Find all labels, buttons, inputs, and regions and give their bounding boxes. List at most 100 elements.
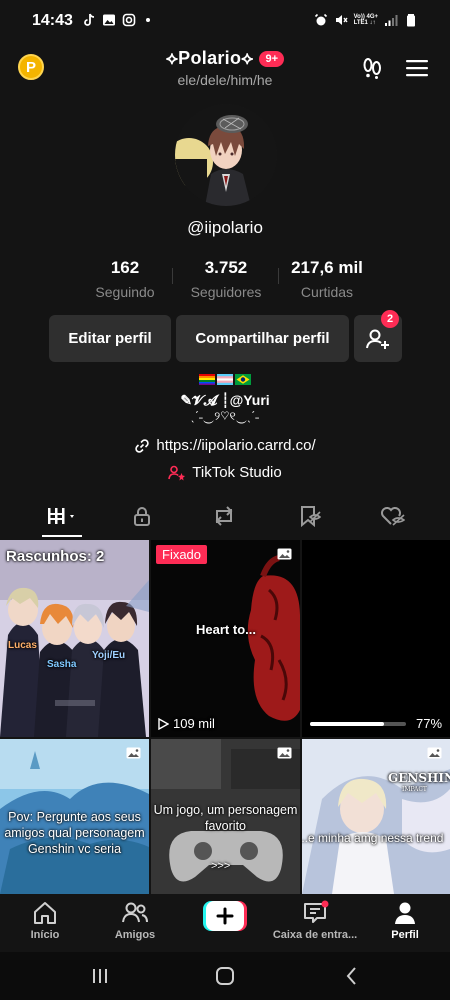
nav-inbox[interactable]: Caixa de entra... (270, 900, 360, 941)
network-type-bottom: LTE1 ↓↑ (353, 20, 376, 26)
nav-label: Amigos (114, 929, 156, 941)
stat-value: 3.752 (204, 258, 248, 277)
character-name-yoji: Yoji/Eu (92, 650, 126, 661)
bio-link-text: https://iipolario.carrd.co/ (156, 437, 316, 454)
genshin-impact-thumbnail (302, 739, 450, 894)
view-count-value: 109 mil (173, 716, 215, 731)
add-friends-badge: 2 (381, 310, 399, 328)
more-notifications-dot (146, 18, 150, 22)
system-navigation-bar (0, 952, 450, 1000)
profile-avatar[interactable] (175, 104, 277, 206)
stat-followers[interactable]: 3.752 Seguidores (171, 258, 281, 300)
video-tile[interactable]: GENSHIN IMPACT ...e minha amg nessa tren… (302, 739, 450, 894)
battery-icon (407, 14, 415, 27)
genshin-logo-sub: IMPACT (402, 786, 427, 793)
repost-icon (215, 506, 233, 526)
photo-post-icon (277, 548, 292, 560)
account-switch-badge: 9+ (259, 50, 285, 67)
status-system-icons: Vo)) 4G+ LTE1 ↓↑ (314, 13, 418, 27)
heart-hidden-icon (381, 507, 405, 526)
avatar-illustration (175, 104, 277, 206)
pinned-badge: Fixado (156, 545, 208, 564)
home-system-icon[interactable] (215, 966, 235, 986)
tab-private[interactable] (127, 504, 157, 528)
video-caption: Pov: Pergunte aos seus amigos qual perso… (4, 810, 145, 856)
home-icon (34, 902, 56, 924)
profile-icon (395, 902, 415, 924)
gallery-notification-icon (103, 14, 115, 26)
photo-post-icon (427, 747, 442, 759)
stat-likes[interactable]: 217,6 mil Curtidas (272, 258, 382, 300)
nav-profile[interactable]: Perfil (360, 900, 450, 941)
username: @iipolario (187, 218, 263, 237)
photo-post-icon (126, 747, 141, 759)
add-friends-button[interactable]: 2 (354, 310, 402, 362)
genshin-logo: GENSHIN (388, 771, 450, 785)
pinned-caption: Heart to... (196, 622, 256, 637)
status-notification-icons (82, 13, 150, 27)
video-tile[interactable]: Um jogo, um personagem favorito >>> (151, 739, 300, 894)
share-profile-button[interactable]: Compartilhar perfil (176, 315, 349, 362)
stat-label: Curtidas (300, 284, 354, 300)
signal-icon (385, 15, 398, 26)
pinned-video-tile[interactable]: Fixado Heart to... 109 mil (151, 540, 300, 737)
tab-liked[interactable] (377, 504, 407, 528)
alarm-icon (314, 13, 327, 26)
stat-label: Seguindo (95, 284, 155, 300)
tab-videos[interactable] (46, 504, 80, 528)
nav-home[interactable]: Início (0, 900, 90, 941)
display-name: ⟡Polario⟡ (165, 48, 254, 68)
back-icon[interactable] (342, 966, 362, 986)
rainbow-flag-icon (199, 374, 215, 385)
caption-arrows: >>> (211, 860, 231, 872)
video-grid-icon (48, 508, 74, 524)
inbox-icon (304, 900, 329, 923)
create-post-button[interactable] (203, 901, 247, 931)
character-name-lucas: Lucas (8, 640, 37, 651)
heart-thumbnail (151, 540, 300, 737)
profile-stats: 162 Seguindo 3.752 Seguidores 217,6 mil … (0, 258, 450, 304)
video-tile[interactable]: Pov: Pergunte aos seus amigos qual perso… (0, 739, 149, 894)
nav-friends[interactable]: Amigos (90, 900, 180, 941)
photo-post-icon (277, 747, 292, 759)
edit-profile-button[interactable]: Editar perfil (49, 315, 171, 362)
bio-link[interactable]: https://iipolario.carrd.co/ (0, 437, 450, 454)
stat-value: 162 (110, 258, 140, 277)
link-icon (135, 438, 150, 453)
stat-label: Seguidores (190, 284, 262, 300)
studio-label: TikTok Studio (192, 464, 282, 481)
bio-signature: ✎𝓥𝓐 ┊@Yuri (180, 392, 270, 408)
trans-flag-icon (217, 374, 233, 385)
tiktok-studio-link[interactable]: TikTok Studio (0, 464, 450, 481)
active-tab-indicator (42, 535, 82, 537)
tab-saved[interactable] (294, 504, 324, 528)
video-caption: ...e minha amg nessa trend (302, 831, 444, 845)
stat-following[interactable]: 162 Seguindo (70, 258, 180, 300)
nav-label: Caixa de entra... (272, 929, 358, 941)
brazil-flag-icon (235, 374, 251, 385)
stat-value: 217,6 mil (291, 258, 363, 277)
lock-icon (134, 507, 150, 526)
footprints-icon[interactable] (360, 56, 384, 80)
upload-progress-track (310, 722, 406, 726)
tab-reposts[interactable] (209, 504, 239, 528)
video-caption: Um jogo, um personagem favorito (153, 803, 298, 833)
mute-icon (335, 15, 348, 25)
drafts-tile[interactable]: Rascunhos: 2 Lucas Sasha Yoji/Eu (0, 540, 149, 737)
play-count-icon (158, 717, 169, 730)
video-grid: Rascunhos: 2 Lucas Sasha Yoji/Eu Fixado … (0, 540, 450, 894)
tiktok-notification-icon (84, 13, 95, 26)
status-bar: 14:43 Vo)) 4G+ LTE1 ↓↑ (0, 0, 450, 44)
profile-content-tabs (0, 498, 450, 538)
recent-apps-icon[interactable] (90, 966, 110, 986)
hamburger-menu-icon[interactable] (406, 59, 428, 77)
uploading-video-tile[interactable]: 77% (302, 540, 450, 737)
friends-icon (122, 902, 148, 923)
network-indicator: Vo)) 4G+ LTE1 ↓↑ (354, 14, 378, 26)
drafts-label: Rascunhos: 2 (6, 548, 105, 565)
view-count: 109 mil (157, 716, 215, 731)
nav-label: Perfil (391, 929, 419, 941)
studio-icon (168, 465, 186, 480)
upload-progress-fill (310, 722, 384, 726)
bio-decoration: ˎˊ˗‿୨♡୧‿ˎˊ˗ (190, 409, 260, 423)
